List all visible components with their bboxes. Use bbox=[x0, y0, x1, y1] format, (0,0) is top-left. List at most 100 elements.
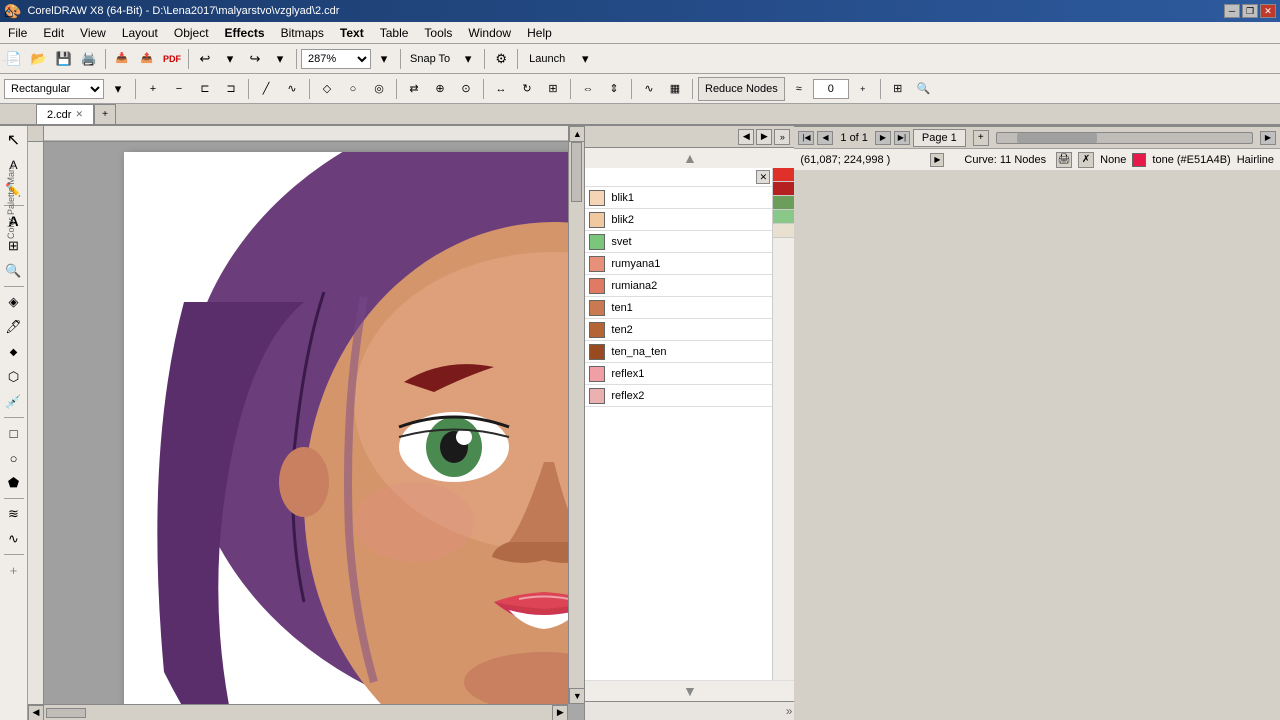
mini-swatch-red2[interactable] bbox=[773, 182, 794, 196]
print-button[interactable]: 🖨️ bbox=[77, 47, 101, 71]
menu-text[interactable]: Text bbox=[332, 22, 372, 43]
mini-swatch-lightgreen[interactable] bbox=[773, 210, 794, 224]
extract-button[interactable]: ⊕ bbox=[428, 77, 452, 101]
scroll-left-button[interactable]: ◀ bbox=[28, 705, 44, 720]
home-icon[interactable]: ⌂ bbox=[4, 4, 14, 22]
palette-item-ten-na-ten[interactable]: ten_na_ten bbox=[585, 341, 772, 363]
rect-tool[interactable]: □ bbox=[2, 421, 26, 445]
node-value-up[interactable]: + bbox=[851, 77, 875, 101]
palette-down-button[interactable]: ▼ bbox=[683, 683, 697, 699]
import-button[interactable]: 📥 bbox=[110, 47, 134, 71]
scroll-up-button[interactable]: ▲ bbox=[569, 126, 584, 142]
reduce-nodes-button[interactable]: Reduce Nodes bbox=[698, 77, 785, 101]
undo-button[interactable]: ↩ bbox=[193, 47, 217, 71]
fit-curve-zoom[interactable]: 🔍 bbox=[912, 77, 936, 101]
menu-edit[interactable]: Edit bbox=[35, 22, 72, 43]
horizontal-scrollbar[interactable]: ◀ ▶ bbox=[28, 704, 568, 720]
align-nodes-button[interactable]: ⊞ bbox=[541, 77, 565, 101]
menu-file[interactable]: File bbox=[0, 22, 35, 43]
delete-node-button[interactable]: − bbox=[167, 77, 191, 101]
plus-button[interactable]: + bbox=[2, 558, 26, 582]
scroll-down-button[interactable]: ▼ bbox=[569, 688, 584, 704]
export-button[interactable]: 📤 bbox=[135, 47, 159, 71]
options-button[interactable]: ⚙ bbox=[489, 47, 513, 71]
palette-item-reflex2[interactable]: reflex2 bbox=[585, 385, 772, 407]
blend-tool[interactable]: ⬡ bbox=[2, 365, 26, 389]
zoom-dropdown[interactable]: ▾ bbox=[372, 47, 396, 71]
menu-layout[interactable]: Layout bbox=[114, 22, 166, 43]
tab-close-icon[interactable]: ✕ bbox=[75, 109, 83, 120]
menu-table[interactable]: Table bbox=[372, 22, 417, 43]
undo-dropdown[interactable]: ▾ bbox=[218, 47, 242, 71]
add-page-button[interactable]: + bbox=[973, 130, 989, 146]
shape-dropdown[interactable]: ▾ bbox=[106, 77, 130, 101]
mini-swatch-red1[interactable] bbox=[773, 168, 794, 182]
canvas-content[interactable] bbox=[44, 142, 568, 704]
launch-dropdown[interactable]: ▾ bbox=[573, 47, 597, 71]
page-last-button[interactable]: ▶| bbox=[894, 131, 910, 145]
page-next-button[interactable]: ▶ bbox=[875, 131, 891, 145]
hscroll-track[interactable] bbox=[996, 132, 1253, 144]
smooth-node-button[interactable]: ○ bbox=[341, 77, 365, 101]
palette-item-blik2[interactable]: blik2 bbox=[585, 209, 772, 231]
vertical-scrollbar[interactable]: ▲ ▼ bbox=[568, 126, 584, 704]
join-nodes-button[interactable]: ⊏ bbox=[193, 77, 217, 101]
tab-2cdr[interactable]: 2.cdr ✕ bbox=[36, 104, 94, 124]
close-button[interactable]: ✕ bbox=[1260, 4, 1276, 18]
node-curve-button[interactable]: ∿ bbox=[280, 77, 304, 101]
save-button[interactable]: 💾 bbox=[52, 47, 76, 71]
select-all-nodes-button[interactable]: ▦ bbox=[663, 77, 687, 101]
launch-button[interactable]: Launch bbox=[522, 47, 572, 71]
palette-expand-right[interactable]: » bbox=[786, 704, 793, 718]
palette-item-blik1[interactable]: blik1 bbox=[585, 187, 772, 209]
close-curve-button[interactable]: ⊙ bbox=[454, 77, 478, 101]
cusp-node-button[interactable]: ◇ bbox=[315, 77, 339, 101]
node-tool[interactable]: ◆ bbox=[2, 340, 26, 364]
snap-dropdown[interactable]: ▾ bbox=[456, 47, 480, 71]
polygon-tool[interactable]: ⬟ bbox=[2, 471, 26, 495]
palette-item-reflex1[interactable]: reflex1 bbox=[585, 363, 772, 385]
ellipse-tool[interactable]: ○ bbox=[2, 446, 26, 470]
coord-expand-button[interactable]: ▶ bbox=[930, 153, 944, 167]
roughen-tool[interactable]: ∿ bbox=[2, 527, 26, 551]
palette-up-button[interactable]: ▲ bbox=[683, 150, 697, 166]
menu-tools[interactable]: Tools bbox=[416, 22, 460, 43]
mini-swatch-green[interactable] bbox=[773, 196, 794, 210]
node-value-input[interactable] bbox=[813, 79, 849, 99]
stretch-button[interactable]: ↔ bbox=[489, 77, 513, 101]
symmetric-node-button[interactable]: ◎ bbox=[367, 77, 391, 101]
reverse-dir-button[interactable]: ⇄ bbox=[402, 77, 426, 101]
scroll-right-button[interactable]: ▶ bbox=[552, 705, 568, 720]
hscroll-right[interactable]: ▶ bbox=[1260, 131, 1276, 145]
reflect-h-button[interactable]: ⇔ bbox=[576, 77, 600, 101]
node-line-button[interactable]: ╱ bbox=[254, 77, 278, 101]
palette-item-ten1[interactable]: ten1 bbox=[585, 297, 772, 319]
reflect-v-button[interactable]: ⇕ bbox=[602, 77, 626, 101]
hscroll-thumb[interactable] bbox=[1017, 133, 1097, 143]
redo-dropdown[interactable]: ▾ bbox=[268, 47, 292, 71]
palette-item-rumyana1[interactable]: rumyana1 bbox=[585, 253, 772, 275]
fit-curve-button[interactable]: ⊞ bbox=[886, 77, 910, 101]
palette-item-ten2[interactable]: ten2 bbox=[585, 319, 772, 341]
zoom-tool[interactable]: 🔍 bbox=[2, 259, 26, 283]
eyedropper-tool[interactable]: 💉 bbox=[2, 390, 26, 414]
page-first-button[interactable]: |◀ bbox=[798, 131, 814, 145]
break-nodes-button[interactable]: ⊐ bbox=[219, 77, 243, 101]
palette-item-svet[interactable]: svet bbox=[585, 231, 772, 253]
pen-tool[interactable]: 🖊 bbox=[2, 315, 26, 339]
menu-effects[interactable]: Effects bbox=[217, 22, 273, 43]
menu-bitmaps[interactable]: Bitmaps bbox=[273, 22, 332, 43]
panel-expand-button[interactable]: » bbox=[774, 129, 790, 145]
restore-button[interactable]: ❐ bbox=[1242, 4, 1258, 18]
palette-close-button[interactable]: ✕ bbox=[756, 170, 770, 184]
panel-prev-button[interactable]: ◀ bbox=[738, 129, 754, 145]
fill-tool[interactable]: ◈ bbox=[2, 290, 26, 314]
open-button[interactable]: 📂 bbox=[27, 47, 51, 71]
menu-object[interactable]: Object bbox=[166, 22, 217, 43]
rotate-button[interactable]: ↻ bbox=[515, 77, 539, 101]
mini-swatch-cream[interactable] bbox=[773, 224, 794, 238]
add-node-button[interactable]: + bbox=[141, 77, 165, 101]
redo-button[interactable]: ↪ bbox=[243, 47, 267, 71]
panel-next-button[interactable]: ▶ bbox=[756, 129, 772, 145]
new-tab-button[interactable]: + bbox=[94, 104, 116, 124]
